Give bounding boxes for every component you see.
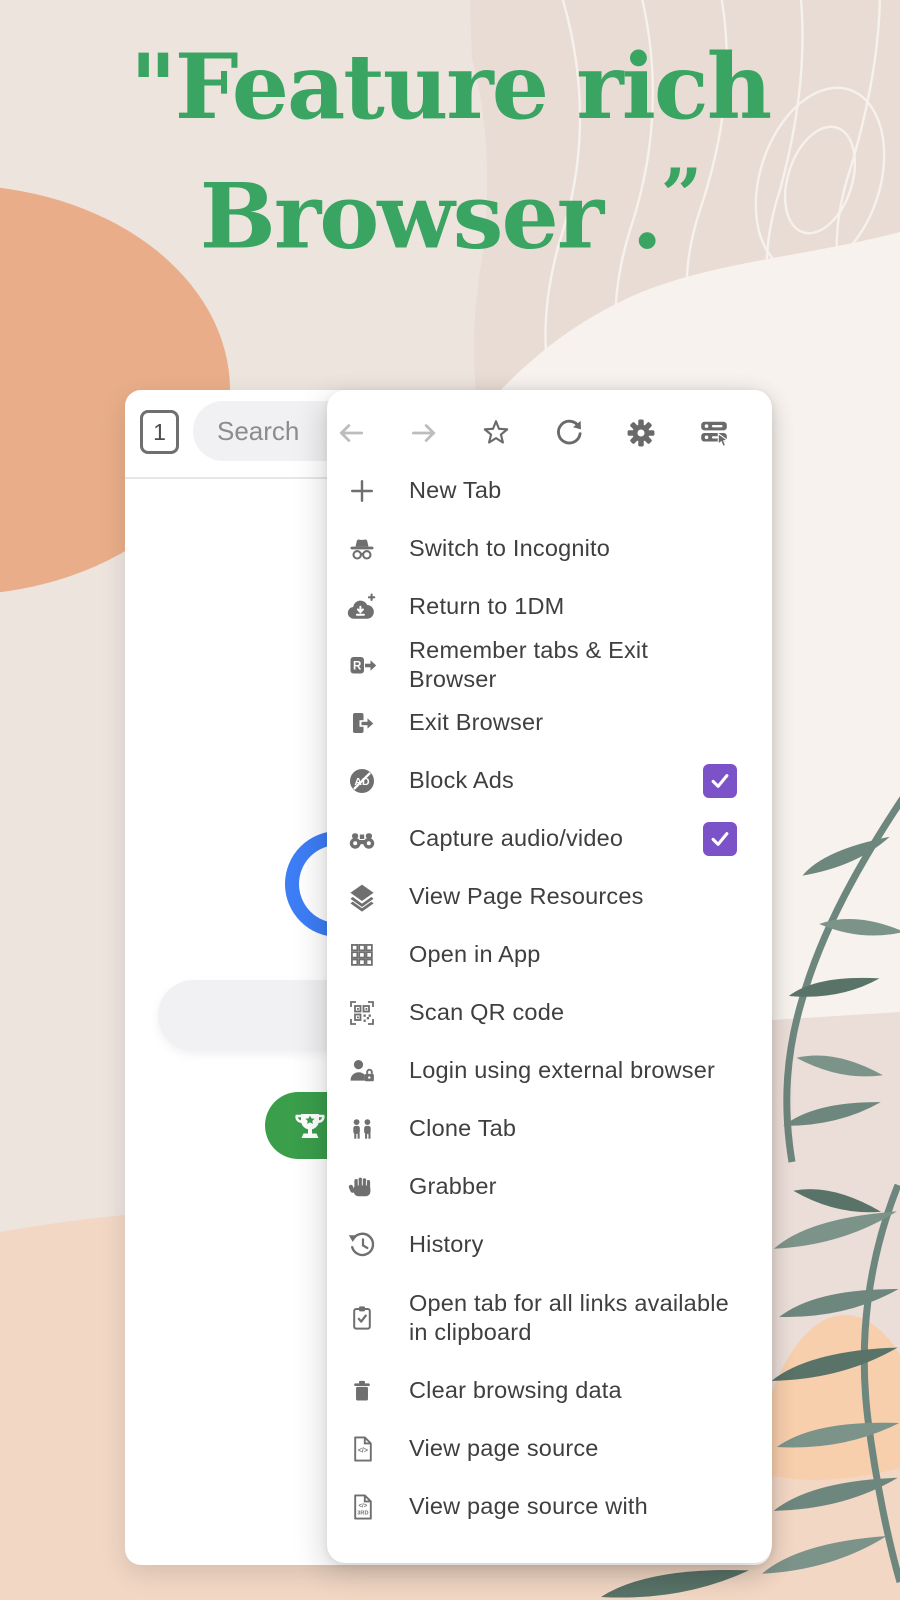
clipboard-check-icon — [347, 1303, 377, 1333]
menu-item-label: Open in App — [409, 940, 541, 969]
menu-item-label: Switch to Incognito — [409, 534, 610, 563]
check-icon — [707, 768, 733, 794]
binoculars-icon — [347, 824, 377, 854]
menu-item-label: History — [409, 1230, 484, 1259]
cloud-download-icon — [347, 592, 377, 622]
menu-item-grabber[interactable]: Grabber — [327, 1158, 772, 1216]
menu-item-label: Grabber — [409, 1172, 497, 1201]
sponsor-servers-icon[interactable] — [698, 417, 730, 449]
menu-item-label: View page source with — [409, 1492, 648, 1521]
menu-item-label: Open tab for all links available in clip… — [409, 1289, 737, 1348]
menu-item-capture-media[interactable]: Capture audio/video — [327, 810, 772, 868]
menu-toolbar-row — [327, 390, 772, 460]
fist-icon — [347, 1172, 377, 1202]
hero-line-1: "Feature rich — [0, 28, 900, 147]
menu-item-clear-data[interactable]: Clear browsing data — [327, 1362, 772, 1420]
bookmark-star-icon[interactable] — [480, 417, 512, 449]
menu-item-clone-tab[interactable]: Clone Tab — [327, 1100, 772, 1158]
svg-text:3RD: 3RD — [357, 1510, 368, 1516]
person-lock-icon — [347, 1056, 377, 1086]
menu-item-login-external[interactable]: Login using external browser — [327, 1042, 772, 1100]
refresh-icon[interactable] — [553, 417, 585, 449]
check-icon — [707, 826, 733, 852]
menu-item-label: Return to 1DM — [409, 592, 564, 621]
svg-text:R: R — [353, 661, 362, 673]
history-clock-icon — [347, 1230, 377, 1260]
menu-item-return-1dm[interactable]: Return to 1DM — [327, 578, 772, 636]
hero-line-2: Browser .” — [0, 147, 900, 276]
menu-item-label: Clear browsing data — [409, 1376, 622, 1405]
layers-icon — [347, 882, 377, 912]
menu-item-label: Scan QR code — [409, 998, 564, 1027]
tab-counter[interactable]: 1 — [140, 410, 179, 454]
menu-item-label: View page source — [409, 1434, 599, 1463]
block-ads-icon: AD — [347, 766, 377, 796]
svg-text:AD: AD — [354, 776, 370, 788]
menu-item-incognito[interactable]: Switch to Incognito — [327, 520, 772, 578]
menu-item-block-ads[interactable]: AD Block Ads — [327, 752, 772, 810]
search-placeholder: Search — [217, 416, 299, 447]
menu-item-view-source-with[interactable]: </>3RD View page source with — [327, 1478, 772, 1536]
remember-exit-icon: R — [347, 650, 377, 680]
capture-media-checkbox[interactable] — [703, 822, 737, 856]
menu-item-label: Exit Browser — [409, 708, 543, 737]
menu-item-open-in-app[interactable]: Open in App — [327, 926, 772, 984]
menu-item-label: New Tab — [409, 476, 501, 505]
menu-item-page-resources[interactable]: View Page Resources — [327, 868, 772, 926]
block-ads-checkbox[interactable] — [703, 764, 737, 798]
exit-icon — [347, 708, 377, 738]
menu-item-history[interactable]: History — [327, 1216, 772, 1274]
menu-item-remember-exit[interactable]: R Remember tabs & Exit Browser — [327, 636, 772, 694]
menu-item-label: Capture audio/video — [409, 824, 623, 853]
menu-item-list: New Tab Switch to Incognito Return to 1D… — [327, 460, 772, 1536]
menu-item-label: View Page Resources — [409, 882, 644, 911]
file-code-3rd-icon: </>3RD — [347, 1492, 377, 1522]
incognito-icon — [347, 534, 377, 564]
settings-gear-icon[interactable] — [625, 417, 657, 449]
hero-quote: "Feature rich Browser .” — [0, 28, 900, 276]
svg-text:</>: </> — [358, 1448, 368, 1455]
menu-item-new-tab[interactable]: New Tab — [327, 462, 772, 520]
new-tab-icon — [347, 476, 377, 506]
back-arrow-icon[interactable] — [335, 417, 367, 449]
menu-item-label: Login using external browser — [409, 1056, 715, 1085]
svg-text:</>: </> — [359, 1504, 368, 1510]
qr-code-icon — [347, 998, 377, 1028]
menu-item-view-source[interactable]: </> View page source — [327, 1420, 772, 1478]
closing-quote: ” — [661, 152, 700, 237]
menu-item-label: Remember tabs & Exit Browser — [409, 636, 737, 695]
menu-item-scan-qr[interactable]: Scan QR code — [327, 984, 772, 1042]
grid-apps-icon — [347, 940, 377, 970]
clone-people-icon — [347, 1114, 377, 1144]
menu-item-label: Block Ads — [409, 766, 514, 795]
browser-overflow-menu: New Tab Switch to Incognito Return to 1D… — [327, 390, 772, 1563]
trash-icon — [347, 1376, 377, 1406]
menu-item-label: Clone Tab — [409, 1114, 516, 1143]
file-code-icon: </> — [347, 1434, 377, 1464]
menu-item-exit-browser[interactable]: Exit Browser — [327, 694, 772, 752]
menu-item-clipboard-links[interactable]: Open tab for all links available in clip… — [327, 1274, 772, 1362]
forward-arrow-icon[interactable] — [408, 417, 440, 449]
trophy-icon — [289, 1105, 331, 1147]
